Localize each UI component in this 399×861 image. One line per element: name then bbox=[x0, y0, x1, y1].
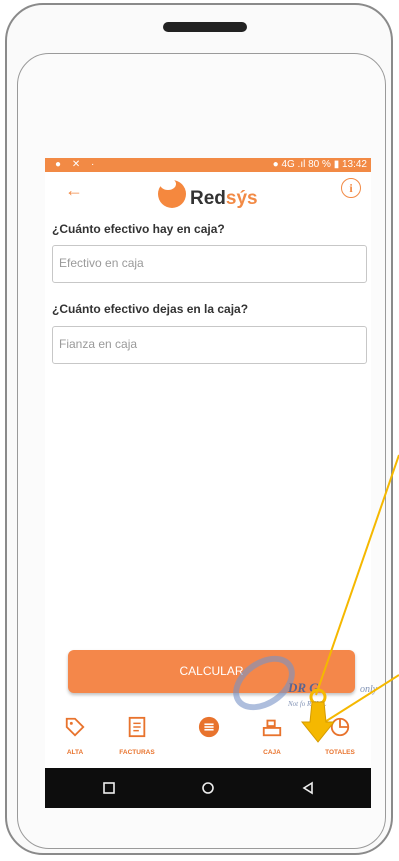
watermark-line3: Not fo RCIAL bbox=[288, 700, 327, 708]
tab-label: ALTA bbox=[66, 749, 84, 756]
logo-text: Redsýs bbox=[190, 188, 258, 209]
tab-alta[interactable]: ALTA bbox=[47, 716, 103, 756]
watermark-only: only bbox=[360, 684, 378, 695]
status-left-icons: ● ✕ · bbox=[55, 159, 99, 170]
status-bar: ● ✕ · ● 4G .ıl 80 % ▮ 13:42 bbox=[45, 158, 371, 172]
info-icon[interactable]: i bbox=[341, 178, 361, 198]
logo-mark-icon bbox=[158, 178, 186, 208]
redsys-logo: Redsýs bbox=[158, 178, 278, 210]
demo-watermark: DR G only Not fo RCIAL bbox=[222, 644, 380, 750]
tab-label: CAJA bbox=[263, 749, 281, 756]
tag-icon bbox=[65, 717, 85, 737]
tab-menu[interactable] bbox=[181, 716, 237, 743]
speaker-grille bbox=[163, 22, 247, 32]
tab-label: TOTALES bbox=[325, 749, 355, 756]
cash-in-register-label: ¿Cuánto efectivo hay en caja? bbox=[52, 222, 225, 236]
home-icon[interactable] bbox=[200, 780, 216, 796]
tab-facturas[interactable]: FACTURAS bbox=[109, 716, 165, 756]
app-header: ← Redsýs i bbox=[45, 172, 371, 218]
menu-circle-icon bbox=[198, 716, 220, 738]
cash-left-label: ¿Cuánto efectivo dejas en la caja? bbox=[52, 302, 249, 316]
invoice-icon bbox=[128, 716, 146, 738]
back-arrow-icon[interactable]: ← bbox=[65, 180, 83, 201]
status-right-info: ● 4G .ıl 80 % ▮ 13:42 bbox=[272, 159, 367, 170]
back-triangle-icon[interactable] bbox=[300, 780, 316, 796]
android-nav-bar bbox=[45, 768, 371, 808]
cash-left-input[interactable]: Fianza en caja bbox=[52, 326, 367, 364]
recents-icon[interactable] bbox=[101, 780, 117, 796]
cash-in-register-input[interactable]: Efectivo en caja bbox=[52, 245, 367, 283]
watermark-text: DR G bbox=[288, 680, 319, 695]
tab-label: FACTURAS bbox=[119, 749, 155, 756]
